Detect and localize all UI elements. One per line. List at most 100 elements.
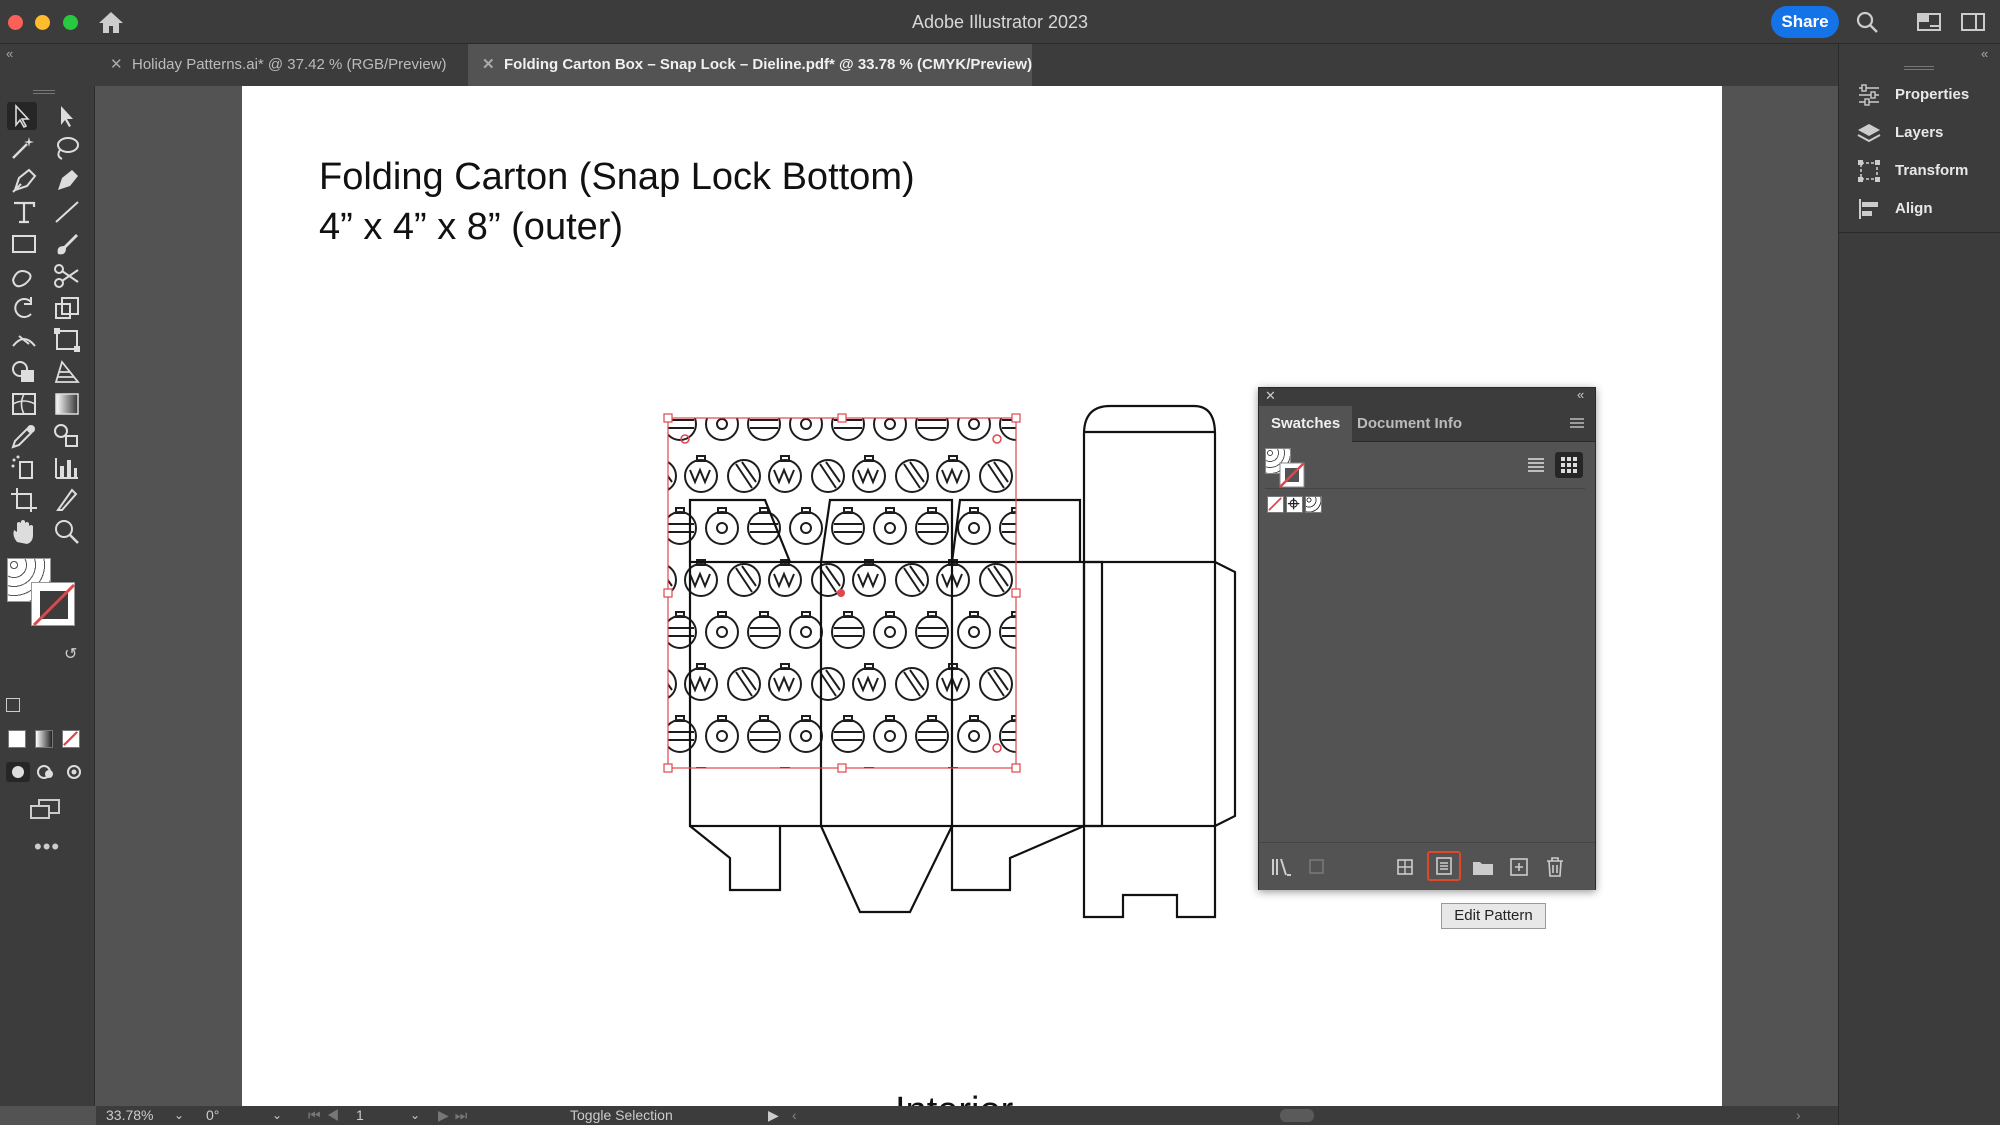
- dock-grip[interactable]: [1904, 66, 1934, 70]
- zoom-dropdown-icon[interactable]: ⌄: [174, 1108, 184, 1122]
- lasso-tool-icon[interactable]: [52, 134, 82, 162]
- none-swatch[interactable]: [1267, 496, 1284, 513]
- place-swatch-icon[interactable]: [1305, 855, 1329, 879]
- perspective-grid-tool-icon[interactable]: [52, 358, 82, 386]
- gradient-mode-icon[interactable]: [35, 730, 53, 748]
- type-tool-icon[interactable]: [9, 198, 39, 226]
- draw-inside-icon[interactable]: [62, 762, 86, 782]
- rotation-dropdown-icon[interactable]: ⌄: [272, 1108, 282, 1122]
- change-screen-mode-icon[interactable]: [29, 798, 61, 820]
- status-bar: 33.78% ⌄ 0° ⌄ ⏮◀ 1 ⌄ ▶⏭ Toggle Selection…: [96, 1106, 1838, 1125]
- rotate-tool-icon[interactable]: [9, 294, 39, 322]
- swap-fill-stroke-icon[interactable]: ↺: [64, 644, 77, 664]
- properties-icon: [1859, 84, 1879, 106]
- dieline-artwork[interactable]: [660, 400, 1240, 930]
- collapse-dock-icon[interactable]: «: [1981, 46, 1988, 61]
- shape-builder-tool-icon[interactable]: [9, 358, 39, 386]
- mesh-tool-icon[interactable]: [9, 390, 39, 418]
- artboard-title-line1: Folding Carton (Snap Lock Bottom): [319, 156, 915, 198]
- status-menu-arrow-icon[interactable]: ▶: [768, 1107, 779, 1124]
- workspace-switcher-icon[interactable]: [1917, 11, 1941, 33]
- direct-selection-tool-icon[interactable]: [52, 102, 82, 130]
- curvature-tool-icon[interactable]: [52, 166, 82, 194]
- tab-swatches[interactable]: Swatches: [1259, 406, 1353, 442]
- artboard-bottom-text: Interior: [895, 1086, 1015, 1106]
- edit-pattern-button[interactable]: [1427, 851, 1461, 881]
- color-mode-icon[interactable]: [8, 730, 26, 748]
- tab-label: Folding Carton Box – Snap Lock – Dieline…: [504, 56, 1033, 73]
- close-panel-icon[interactable]: ✕: [1265, 388, 1276, 404]
- edit-toolbar-more-icon[interactable]: •••: [34, 834, 60, 860]
- draw-behind-icon[interactable]: [34, 762, 58, 782]
- default-fill-stroke-icon[interactable]: [6, 698, 20, 712]
- column-graph-tool-icon[interactable]: [52, 454, 82, 482]
- artboard-title-text[interactable]: Folding Carton (Snap Lock Bottom) 4” x 4…: [319, 152, 915, 252]
- pen-tool-icon[interactable]: [9, 166, 39, 194]
- artboard-tool-icon[interactable]: [9, 486, 39, 514]
- collapse-toolbar-icon[interactable]: «: [6, 46, 13, 61]
- pattern-swatch[interactable]: [1305, 496, 1322, 513]
- hand-tool-icon[interactable]: [9, 518, 39, 546]
- fill-stroke-preview[interactable]: [1265, 448, 1305, 488]
- status-mode[interactable]: Toggle Selection: [570, 1107, 673, 1123]
- magic-wand-tool-icon[interactable]: [9, 134, 39, 162]
- draw-normal-icon[interactable]: [6, 762, 30, 782]
- artboard-dropdown-icon[interactable]: ⌄: [410, 1108, 420, 1122]
- panel-header[interactable]: ✕ «: [1259, 387, 1595, 406]
- artboard-number[interactable]: 1: [356, 1107, 364, 1123]
- horizontal-scroll-thumb[interactable]: [1280, 1109, 1314, 1122]
- panel-toggle-icon[interactable]: [1961, 11, 1985, 33]
- new-color-group-icon[interactable]: [1471, 855, 1495, 879]
- none-mode-icon[interactable]: [62, 730, 80, 748]
- paintbrush-tool-icon[interactable]: [52, 230, 82, 258]
- app-title: Adobe Illustrator 2023: [911, 12, 1089, 32]
- first-prev-artboard-icons[interactable]: ⏮◀: [308, 1107, 345, 1124]
- stroke-swatch[interactable]: [31, 582, 76, 627]
- registration-swatch[interactable]: [1286, 496, 1303, 513]
- toolbar-grip[interactable]: [33, 90, 55, 94]
- width-tool-icon[interactable]: [9, 326, 39, 354]
- share-button[interactable]: Share: [1771, 6, 1839, 38]
- show-swatch-kinds-icon[interactable]: [1394, 855, 1420, 879]
- close-tab-icon[interactable]: ✕: [110, 44, 123, 86]
- next-last-artboard-icons[interactable]: ▶⏭: [438, 1107, 473, 1124]
- tab-document-info[interactable]: Document Info: [1345, 406, 1474, 442]
- grid-view-icon[interactable]: [1555, 452, 1583, 478]
- eyedropper-tool-icon[interactable]: [9, 422, 39, 450]
- transform-panel-button[interactable]: Transform: [1857, 156, 1968, 186]
- shaper-tool-icon[interactable]: [9, 262, 39, 290]
- symbol-sprayer-tool-icon[interactable]: [9, 454, 39, 482]
- properties-label: Properties: [1895, 86, 1970, 103]
- list-view-icon[interactable]: [1525, 454, 1547, 476]
- close-tab-icon[interactable]: ✕: [482, 44, 495, 86]
- blend-tool-icon[interactable]: [52, 422, 82, 450]
- collapse-panel-icon[interactable]: «: [1577, 387, 1584, 402]
- transform-label: Transform: [1895, 162, 1969, 179]
- scroll-left-icon[interactable]: ‹: [792, 1107, 797, 1123]
- scroll-right-icon[interactable]: ›: [1796, 1107, 1801, 1123]
- search-icon[interactable]: [1855, 11, 1879, 33]
- panel-menu-icon[interactable]: [1569, 416, 1585, 430]
- swatch-libraries-icon[interactable]: [1269, 855, 1295, 879]
- zoom-level[interactable]: 33.78%: [106, 1107, 153, 1123]
- tools-panel: ↺ •••: [0, 86, 95, 1106]
- slice-tool-icon[interactable]: [52, 486, 82, 514]
- tab-folding-carton[interactable]: ✕ Folding Carton Box – Snap Lock – Dieli…: [468, 44, 1032, 86]
- align-label: Align: [1895, 200, 1933, 217]
- align-panel-button[interactable]: Align: [1857, 194, 1933, 224]
- properties-panel-button[interactable]: Properties: [1857, 80, 1969, 110]
- layers-panel-button[interactable]: Layers: [1857, 118, 1943, 148]
- zoom-tool-icon[interactable]: [52, 518, 82, 546]
- edit-pattern-tooltip: Edit Pattern: [1441, 903, 1546, 929]
- scissors-tool-icon[interactable]: [52, 262, 82, 290]
- free-transform-tool-icon[interactable]: [52, 326, 82, 354]
- delete-swatch-icon[interactable]: [1543, 855, 1567, 879]
- tab-holiday-patterns[interactable]: ✕ Holiday Patterns.ai* @ 37.42 % (RGB/Pr…: [96, 44, 468, 86]
- new-swatch-icon[interactable]: [1507, 855, 1531, 879]
- gradient-tool-icon[interactable]: [52, 390, 82, 418]
- scale-tool-icon[interactable]: [52, 294, 82, 322]
- rectangle-tool-icon[interactable]: [9, 230, 39, 258]
- selection-tool-icon[interactable]: [7, 102, 37, 130]
- rotation-value[interactable]: 0°: [206, 1107, 219, 1123]
- line-segment-tool-icon[interactable]: [52, 198, 82, 226]
